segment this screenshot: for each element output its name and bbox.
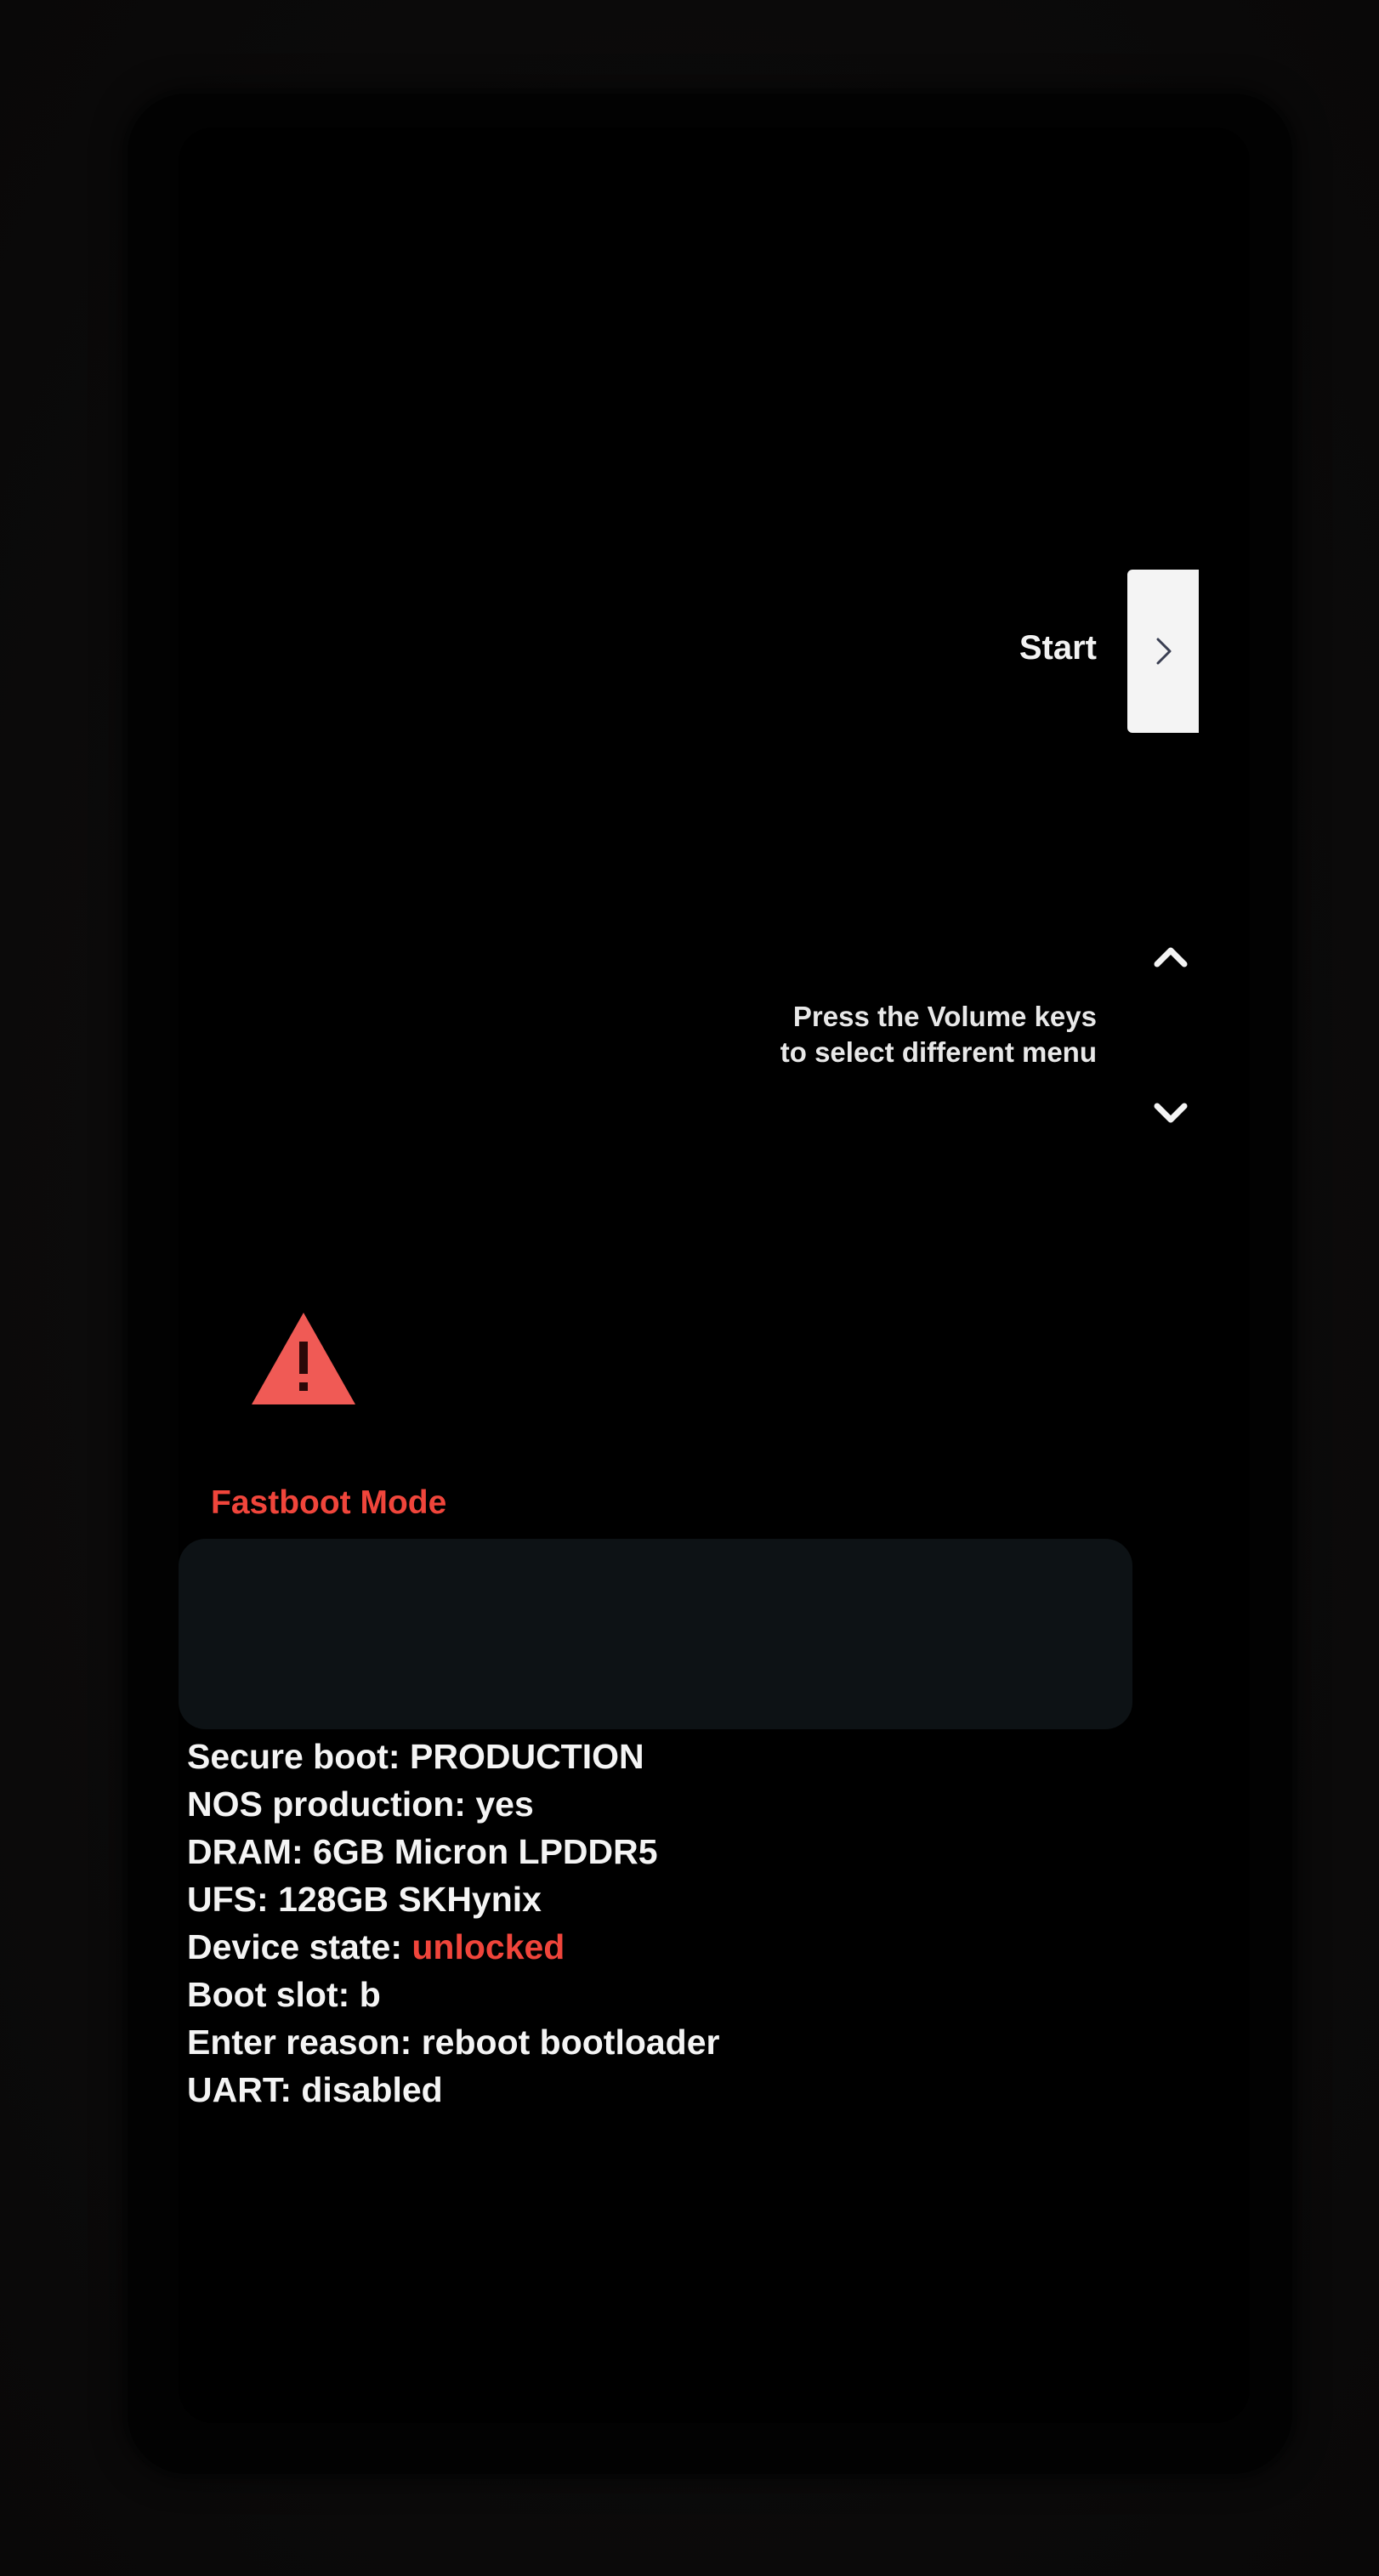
info-row-secure-boot: Secure boot: PRODUCTION [187, 1733, 952, 1780]
info-row-nos-production: NOS production: yes [187, 1780, 952, 1828]
volume-hint: Press the Volume keys to select differen… [697, 999, 1097, 1070]
info-value: b [359, 1975, 381, 2014]
info-row-ufs: UFS: 128GB SKHynix [187, 1875, 952, 1923]
info-value: yes [475, 1784, 534, 1824]
info-row-dram: DRAM: 6GB Micron LPDDR5 [187, 1828, 952, 1875]
device-info-list: Secure boot: PRODUCTION NOS production: … [187, 1733, 952, 2114]
info-value: reboot bootloader [421, 2023, 720, 2062]
chevron-right-icon [1156, 638, 1172, 665]
info-value: PRODUCTION [410, 1737, 644, 1776]
mode-title: Fastboot Mode [211, 1484, 447, 1521]
redacted-panel [179, 1539, 1132, 1729]
volume-hint-line-1: Press the Volume keys [792, 1001, 1097, 1032]
volume-hint-line-2: to select different menu [780, 1036, 1097, 1068]
info-label: NOS production: [187, 1784, 466, 1824]
info-row-device-state: Device state: unlocked [187, 1923, 952, 1971]
info-value: 128GB SKHynix [278, 1880, 542, 1919]
info-value: 6GB Micron LPDDR5 [313, 1832, 658, 1871]
warning-triangle-icon [252, 1313, 355, 1404]
chevron-up-icon[interactable] [1152, 944, 1189, 969]
info-label: DRAM: [187, 1832, 304, 1871]
info-label: UART: [187, 2070, 292, 2109]
info-label: Device state: [187, 1927, 402, 1966]
start-button[interactable] [1127, 570, 1199, 733]
info-row-enter-reason: Enter reason: reboot bootloader [187, 2018, 952, 2066]
info-label: Secure boot: [187, 1737, 400, 1776]
chevron-down-icon[interactable] [1152, 1101, 1189, 1126]
info-label: Enter reason: [187, 2023, 412, 2062]
info-row-uart: UART: disabled [187, 2066, 952, 2114]
info-value: disabled [301, 2070, 443, 2109]
start-label: Start [1019, 629, 1097, 667]
info-label: UFS: [187, 1880, 269, 1919]
info-label: Boot slot: [187, 1975, 350, 2014]
device-state-value: unlocked [411, 1927, 565, 1966]
info-row-boot-slot: Boot slot: b [187, 1971, 952, 2018]
